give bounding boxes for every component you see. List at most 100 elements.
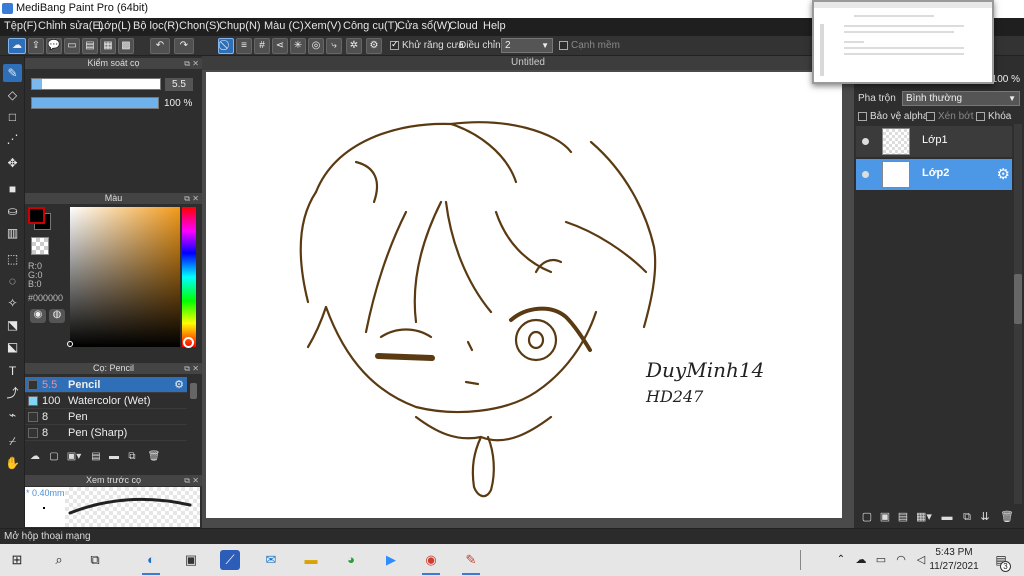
menu-window[interactable]: Cửa sổ(W)	[397, 20, 451, 32]
document-tab[interactable]: Untitled	[202, 56, 854, 70]
windows-start-icon[interactable]: ⊞	[6, 550, 28, 570]
layer-row[interactable]: Lớp2 ⚙	[856, 159, 1012, 190]
foreground-color-swatch[interactable]	[28, 207, 45, 224]
snap-radial-icon[interactable]: ✳	[290, 38, 306, 54]
new-8bit-layer-icon[interactable]: ▤	[896, 510, 910, 524]
chrome-browser-icon[interactable]: ◉	[420, 550, 442, 575]
panel-float-icon[interactable]: ⧉	[184, 475, 190, 486]
snap-circle-icon[interactable]: ◎	[308, 38, 324, 54]
paint-pro-taskbar-icon[interactable]: ✎	[460, 550, 482, 575]
select-eraser-tool-icon[interactable]: ⬕	[3, 338, 22, 356]
blend-mode-select[interactable]: Bình thường ▼	[902, 91, 1020, 106]
menu-file[interactable]: Tệp(F)	[4, 20, 37, 32]
menu-cloud[interactable]: Cloud	[449, 20, 478, 32]
panel-close-icon[interactable]: ✕	[192, 58, 199, 69]
brush-cloud-icon[interactable]: ☁	[28, 450, 42, 464]
color-picker-handle[interactable]	[67, 341, 73, 347]
add-layer-menu-icon[interactable]: ▦▾	[914, 510, 934, 524]
duplicate-brush-icon[interactable]: ⧉	[125, 450, 139, 464]
undo-icon[interactable]: ↶	[150, 38, 170, 54]
lock-checkbox[interactable]	[976, 112, 985, 121]
select-rect-tool-icon[interactable]: ⬚	[3, 250, 22, 268]
duplicate-layer-icon[interactable]: ⧉	[960, 510, 974, 524]
hand-tool-icon[interactable]: ✋	[3, 454, 22, 472]
move-tool-icon[interactable]: ✥	[3, 154, 22, 172]
comment-icon[interactable]: 💬	[46, 38, 62, 54]
chevron-up-icon[interactable]: ⌃	[830, 550, 852, 570]
delete-layer-icon[interactable]: 🗑	[1000, 510, 1014, 524]
eye-icon[interactable]	[862, 138, 869, 145]
eyedropper-tool-icon[interactable]: ⌿	[3, 432, 22, 450]
task-view-icon[interactable]: ⧉	[84, 550, 106, 570]
dot-tool-icon[interactable]: ⋰	[3, 130, 22, 148]
redo-icon[interactable]: ↷	[174, 38, 194, 54]
correction-select[interactable]: 2 ▼	[501, 38, 553, 53]
paint-app-icon[interactable]: ◕	[340, 550, 362, 570]
clock-time[interactable]: 5:43 PM	[932, 547, 976, 558]
snap-grid-icon[interactable]: #	[254, 38, 270, 54]
panel-icon[interactable]: ▦	[100, 38, 116, 54]
transparent-color-swatch[interactable]	[31, 237, 49, 255]
menu-layer[interactable]: Lớp(L)	[98, 20, 131, 32]
text-tool-icon[interactable]: T	[3, 362, 22, 380]
operation-tool-icon[interactable]: ⤴	[3, 384, 22, 402]
merge-layer-icon[interactable]: ⇊	[978, 510, 992, 524]
menu-capture[interactable]: Chụp(N)	[219, 20, 261, 32]
snap-parallel-icon[interactable]: ≡	[236, 38, 252, 54]
panel-close-icon[interactable]: ✕	[192, 193, 199, 204]
new-layer-icon[interactable]: ▢	[860, 510, 874, 524]
search-icon[interactable]: ⌕	[48, 550, 70, 570]
gradient-tool-icon[interactable]: ▥	[3, 224, 22, 242]
brush-list-item[interactable]: 8 Pen (Sharp)	[25, 425, 187, 441]
brush-size-value[interactable]: 5.5	[165, 78, 193, 91]
brush-list-item[interactable]: 100 Watercolor (Wet)	[25, 393, 187, 409]
taskbar-thumbnail-preview[interactable]	[812, 0, 994, 84]
menu-help[interactable]: Help	[483, 20, 506, 32]
snap-off-icon[interactable]: ⃠	[218, 38, 234, 54]
speech-bubble-icon[interactable]: ▭	[64, 38, 80, 54]
wifi-icon[interactable]: ◠	[890, 550, 912, 570]
panel-float-icon[interactable]: ⧉	[184, 193, 190, 204]
fill-rect-tool-icon[interactable]: ■	[3, 180, 22, 198]
gear-icon[interactable]: ⚙	[997, 165, 1010, 183]
menu-color[interactable]: Màu (C)	[264, 20, 304, 32]
panel-close-icon[interactable]: ✕	[192, 475, 199, 486]
menu-select[interactable]: Chọn(S)	[179, 20, 220, 32]
layer-folder-icon[interactable]: ▬	[940, 510, 954, 524]
snap-curve-icon[interactable]: ⤷	[326, 38, 342, 54]
brush-list-item[interactable]: 8 Pen	[25, 409, 187, 425]
panel-float-icon[interactable]: ⧉	[184, 58, 190, 69]
new-brush-icon[interactable]: ▢	[47, 450, 61, 464]
brush-folder-icon[interactable]: ▬	[107, 450, 121, 464]
layer-scrollbar-thumb[interactable]	[1014, 274, 1022, 324]
color-history-icon[interactable]: ◍	[49, 309, 65, 323]
clock-date[interactable]: 11/27/2021	[928, 561, 980, 572]
brush-tool-icon[interactable]: ✎	[3, 64, 22, 82]
menu-edit[interactable]: Chỉnh sửa(E)	[38, 20, 103, 32]
hue-slider[interactable]	[182, 207, 196, 348]
grid-panel-icon[interactable]: ▩	[118, 38, 134, 54]
menu-filter[interactable]: Bộ lọc(R)	[133, 20, 179, 32]
delete-brush-icon[interactable]: 🗑	[147, 450, 161, 464]
onedrive-icon[interactable]: ☁	[850, 550, 872, 570]
brush-size-slider[interactable]	[31, 78, 161, 90]
export-icon[interactable]: ⇪	[28, 38, 44, 54]
layer-scroll-track[interactable]	[1014, 124, 1022, 504]
mail-icon[interactable]: ✉	[260, 550, 282, 570]
drawing-canvas[interactable]: DuyMinh14 HD247	[206, 72, 842, 518]
snap-perspective-icon[interactable]: ⋖	[272, 38, 288, 54]
eraser-tool-icon[interactable]: ◇	[3, 86, 22, 104]
file-explorer-icon[interactable]: ▬	[300, 550, 322, 570]
clipping-checkbox[interactable]	[926, 112, 935, 121]
cloud-icon[interactable]: ☁	[8, 38, 26, 54]
lasso-tool-icon[interactable]: ◌	[3, 272, 22, 290]
brush-opacity-slider[interactable]	[31, 97, 159, 109]
store-icon[interactable]: ▣	[180, 550, 202, 570]
saturation-value-picker[interactable]	[67, 207, 180, 347]
battery-icon[interactable]: ▭	[870, 550, 892, 570]
panel-float-icon[interactable]: ⧉	[184, 363, 190, 374]
edge-browser-icon[interactable]: ◐	[140, 550, 162, 575]
brush-list-scrollbar[interactable]	[190, 383, 197, 399]
select-pen-tool-icon[interactable]: ⬔	[3, 316, 22, 334]
menu-tools[interactable]: Công cụ(T)	[343, 20, 398, 32]
